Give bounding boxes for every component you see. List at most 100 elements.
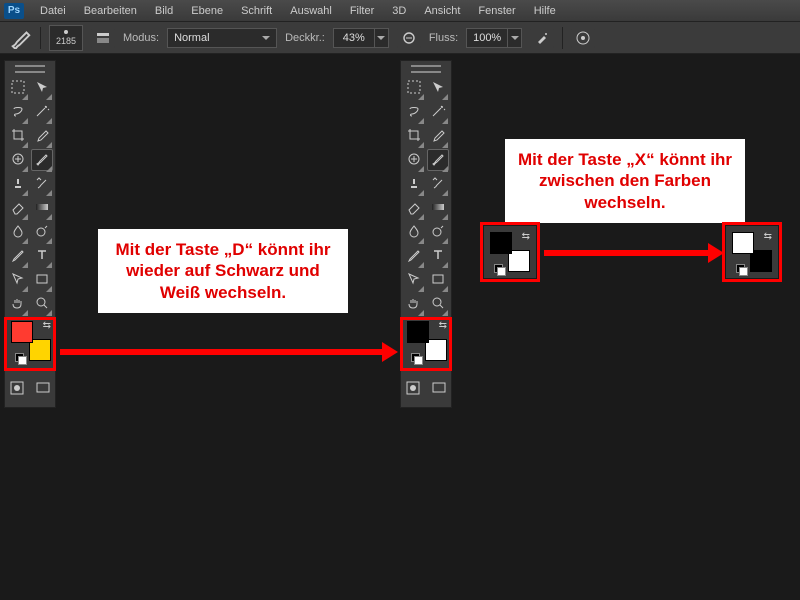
tool-grid (8, 77, 52, 315)
tool-blur[interactable] (403, 221, 425, 243)
tool-pen[interactable] (403, 245, 425, 267)
opacity-dropdown[interactable] (375, 28, 389, 48)
mode-label: Modus: (123, 32, 159, 44)
menu-fenster[interactable]: Fenster (470, 3, 523, 19)
menu-schrift[interactable]: Schrift (233, 3, 280, 19)
tool-grid (404, 77, 448, 315)
brush-tool-icon[interactable] (10, 27, 32, 49)
tool-gradient[interactable] (31, 197, 53, 219)
tool-stamp[interactable] (403, 173, 425, 195)
tool-eraser[interactable] (7, 197, 29, 219)
brush-panel-toggle[interactable] (91, 27, 115, 49)
tool-magic-wand[interactable] (427, 101, 449, 123)
menu-3d[interactable]: 3D (384, 3, 414, 19)
tool-crop[interactable] (7, 125, 29, 147)
screenmode-toggle[interactable] (430, 377, 448, 399)
tool-history-brush[interactable] (31, 173, 53, 195)
annotation-arrow (60, 349, 384, 355)
tool-move[interactable] (31, 77, 53, 99)
default-colors-icon (736, 264, 746, 274)
swap-colors-icon[interactable]: ⇆ (43, 320, 51, 331)
tool-lasso[interactable] (403, 101, 425, 123)
tool-hand[interactable] (403, 293, 425, 315)
tool-zoom[interactable] (427, 293, 449, 315)
tool-zoom[interactable] (31, 293, 53, 315)
tool-hand[interactable] (7, 293, 29, 315)
brush-dot-icon (64, 30, 68, 34)
app-logo: Ps (4, 3, 24, 19)
menu-bearbeiten[interactable]: Bearbeiten (76, 3, 145, 19)
tool-lasso[interactable] (7, 101, 29, 123)
color-swatches-middle[interactable]: ⇆ (404, 321, 448, 367)
default-colors-icon[interactable] (15, 353, 25, 363)
foreground-color-swatch (490, 232, 512, 254)
tool-eraser[interactable] (403, 197, 425, 219)
tool-brush[interactable] (427, 149, 449, 171)
flow-input[interactable]: 100% (466, 28, 508, 48)
tool-healing[interactable] (403, 149, 425, 171)
tool-magic-wand[interactable] (31, 101, 53, 123)
quickmask-toggle[interactable] (8, 377, 26, 399)
tool-eyedropper[interactable] (31, 125, 53, 147)
annotation-arrow (544, 250, 710, 256)
swap-colors-icon[interactable]: ⇆ (439, 320, 447, 331)
foreground-color-swatch (732, 232, 754, 254)
tool-healing[interactable] (7, 149, 29, 171)
blend-mode-select[interactable]: Normal (167, 28, 277, 48)
menu-ebene[interactable]: Ebene (183, 3, 231, 19)
tool-brush[interactable] (31, 149, 53, 171)
separator (40, 27, 41, 49)
tool-dodge[interactable] (31, 221, 53, 243)
tool-blur[interactable] (7, 221, 29, 243)
foreground-color-swatch[interactable] (407, 321, 429, 343)
quickmask-toggle[interactable] (404, 377, 422, 399)
menu-datei[interactable]: Datei (32, 3, 74, 19)
tool-gradient[interactable] (427, 197, 449, 219)
blend-mode-value: Normal (174, 32, 209, 44)
tool-crop[interactable] (403, 125, 425, 147)
menu-bild[interactable]: Bild (147, 3, 181, 19)
tool-pen[interactable] (7, 245, 29, 267)
opacity-input[interactable]: 43% (333, 28, 375, 48)
tool-rectangle[interactable] (31, 269, 53, 291)
flow-label: Fluss: (429, 32, 458, 44)
menu-auswahl[interactable]: Auswahl (282, 3, 340, 19)
menu-hilfe[interactable]: Hilfe (526, 3, 564, 19)
swap-colors-icon: ⇆ (764, 231, 772, 242)
tool-marquee[interactable] (403, 77, 425, 99)
demo-swatch-before: ⇆ (484, 226, 536, 278)
foreground-color-swatch[interactable] (11, 321, 33, 343)
tool-panel-left: ⇆ (4, 60, 56, 408)
flow-dropdown[interactable] (508, 28, 522, 48)
airbrush-toggle[interactable] (530, 27, 554, 49)
tool-eyedropper[interactable] (427, 125, 449, 147)
tool-history-brush[interactable] (427, 173, 449, 195)
workspace: ⇆ ⇆ Mit der Taste „D“ könnt ihr wieder a… (0, 54, 800, 600)
tool-marquee[interactable] (7, 77, 29, 99)
tool-rectangle[interactable] (427, 269, 449, 291)
pressure-size-toggle[interactable] (571, 27, 595, 49)
menu-filter[interactable]: Filter (342, 3, 382, 19)
tool-type[interactable] (31, 245, 53, 267)
tool-path-select[interactable] (403, 269, 425, 291)
default-colors-icon (494, 264, 504, 274)
panel-grip-icon[interactable] (15, 65, 45, 73)
opacity-label: Deckkr.: (285, 32, 325, 44)
brush-preset-picker[interactable]: 2185 (49, 25, 83, 51)
tool-type[interactable] (427, 245, 449, 267)
color-swatches-left[interactable]: ⇆ (8, 321, 52, 367)
tool-move[interactable] (427, 77, 449, 99)
tool-path-select[interactable] (7, 269, 29, 291)
screenmode-toggle[interactable] (34, 377, 52, 399)
default-colors-icon[interactable] (411, 353, 421, 363)
options-bar: 2185 Modus: Normal Deckkr.: 43% Fluss: 1… (0, 22, 800, 54)
pressure-opacity-toggle[interactable] (397, 27, 421, 49)
tool-stamp[interactable] (7, 173, 29, 195)
demo-swatch-after: ⇆ (726, 226, 778, 278)
panel-grip-icon[interactable] (411, 65, 441, 73)
menu-ansicht[interactable]: Ansicht (416, 3, 468, 19)
tool-dodge[interactable] (427, 221, 449, 243)
menu-bar: Ps Datei Bearbeiten Bild Ebene Schrift A… (0, 0, 800, 22)
swap-colors-icon: ⇆ (522, 231, 530, 242)
arrow-head-icon (382, 342, 408, 362)
